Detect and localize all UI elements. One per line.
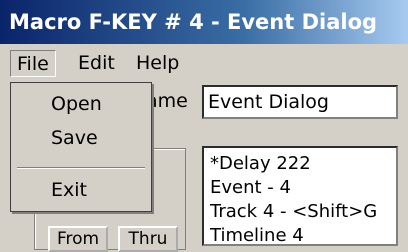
- list-item[interactable]: Track 4 - <Shift>G: [210, 200, 396, 224]
- name-input[interactable]: Event Dialog: [202, 85, 398, 119]
- name-label: ame: [146, 90, 188, 112]
- event-list[interactable]: *Delay 222 Event - 4 Track 4 - <Shift>G …: [202, 146, 398, 246]
- list-item[interactable]: Timeline 4: [210, 224, 396, 244]
- thru-button[interactable]: Thru: [118, 226, 178, 252]
- menu-edit[interactable]: Edit: [72, 50, 121, 77]
- title-bar: Macro F-KEY # 4 - Event Dialog: [0, 0, 408, 44]
- menu-item-open[interactable]: Open: [51, 93, 102, 115]
- list-item[interactable]: *Delay 222: [210, 152, 396, 176]
- list-item[interactable]: Event - 4: [210, 176, 396, 200]
- window-title: Macro F-KEY # 4 - Event Dialog: [9, 10, 378, 34]
- from-button[interactable]: From: [48, 226, 108, 252]
- menu-item-exit[interactable]: Exit: [51, 179, 87, 201]
- menu-file[interactable]: File: [10, 50, 56, 77]
- menu-separator: [17, 167, 145, 169]
- file-menu-dropdown: Open Save Exit: [10, 82, 152, 212]
- menu-bar: File Edit Help: [0, 44, 408, 82]
- menu-item-save[interactable]: Save: [51, 127, 98, 149]
- menu-help[interactable]: Help: [130, 50, 185, 77]
